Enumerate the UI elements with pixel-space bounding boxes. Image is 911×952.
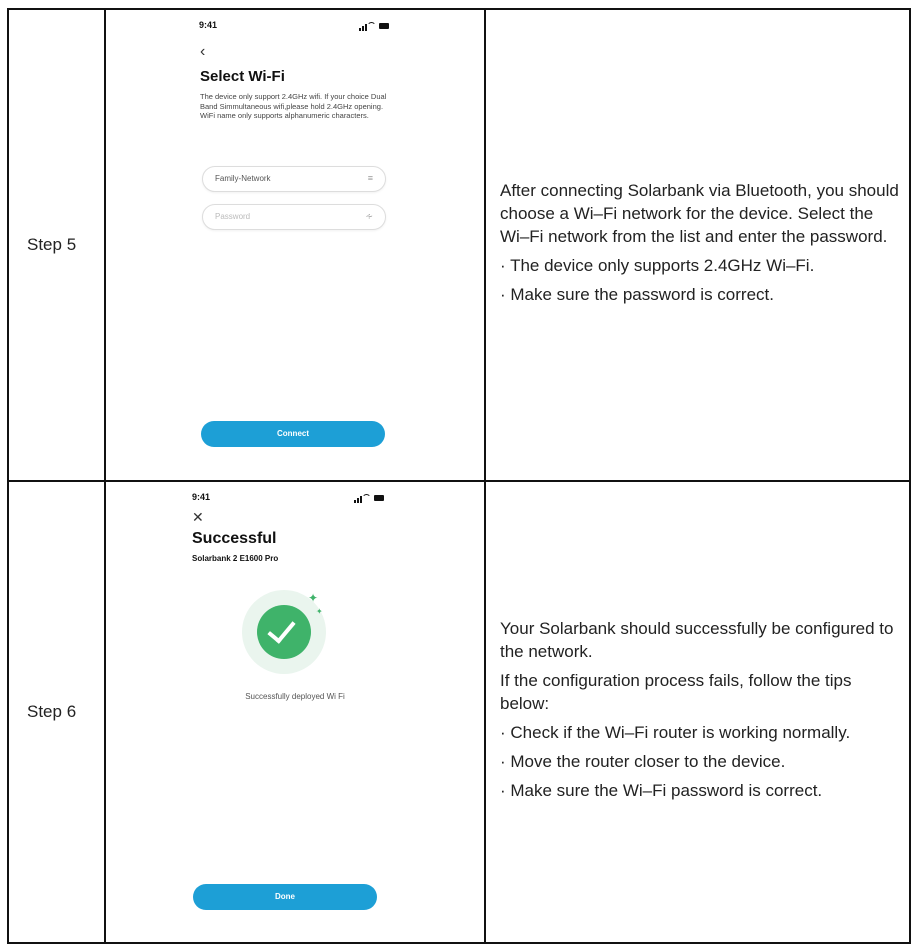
step-label: Step 6 — [27, 702, 77, 721]
steps-table: Step 5 9:41 ‹ Select Wi-Fi The device on… — [7, 8, 911, 944]
description-bullet: · Make sure the Wi–Fi password is correc… — [500, 780, 823, 800]
password-placeholder: Password — [215, 212, 251, 221]
step-label-cell: Step 6 — [7, 480, 106, 944]
success-circle — [257, 605, 311, 659]
wifi-icon — [367, 22, 376, 31]
status-bar: 9:41 — [199, 20, 389, 34]
check-icon — [267, 614, 296, 644]
password-field[interactable]: Password ∻ — [202, 204, 386, 230]
description-paragraph: If the configuration process fails, foll… — [500, 670, 852, 713]
step-row-6: Step 6 9:41 ✕ Successful Solarbank 2 E16… — [7, 480, 911, 944]
battery-icon — [379, 23, 389, 29]
status-bar: 9:41 — [192, 492, 384, 506]
wifi-icon — [362, 494, 371, 503]
description-cell: After connecting Solarbank via Bluetooth… — [484, 8, 911, 482]
status-icons — [359, 22, 389, 31]
success-status-text: Successfully deployed Wi Fi — [245, 692, 345, 701]
eye-icon[interactable]: ∻ — [365, 211, 373, 222]
description-paragraph: Your Solarbank should successfully be co… — [500, 618, 894, 661]
chevron-left-icon[interactable]: ‹ — [200, 44, 205, 60]
connect-button[interactable]: Connect — [201, 421, 385, 447]
list-icon[interactable]: ≡ — [368, 173, 373, 183]
status-time: 9:41 — [192, 492, 211, 502]
step5-description: After connecting Solarbank via Bluetooth… — [486, 179, 909, 306]
screenshot-cell: 9:41 ✕ Successful Solarbank 2 E1600 Pro — [104, 480, 486, 944]
status-icons — [354, 494, 384, 503]
phone-screen-successful: 9:41 ✕ Successful Solarbank 2 E1600 Pro — [106, 482, 484, 942]
description-bullet: · Check if the Wi–Fi router is working n… — [500, 722, 851, 742]
step-label-cell: Step 5 — [7, 8, 106, 482]
status-time: 9:41 — [199, 20, 218, 30]
battery-icon — [374, 495, 384, 501]
step-label: Step 5 — [27, 235, 77, 254]
success-badge: ✦ ✦ — [242, 590, 326, 674]
sparkle-icon: ✦ — [316, 607, 323, 616]
description-bullet: · The device only supports 2.4GHz Wi–Fi. — [500, 255, 815, 275]
screen-title: Successful — [192, 530, 277, 547]
description-bullet: · Move the router closer to the device. — [500, 751, 786, 771]
screen-title: Select Wi-Fi — [200, 68, 285, 85]
wifi-network-field[interactable]: Family-Network ≡ — [202, 166, 386, 192]
step-row-5: Step 5 9:41 ‹ Select Wi-Fi The device on… — [7, 8, 911, 482]
description-cell: Your Solarbank should successfully be co… — [484, 480, 911, 944]
wifi-instructions: The device only support 2.4GHz wifi. If … — [200, 92, 387, 120]
wifi-network-value: Family-Network — [215, 174, 271, 183]
device-name: Solarbank 2 E1600 Pro — [192, 554, 279, 563]
sparkle-icon: ✦ — [308, 591, 319, 605]
screenshot-cell: 9:41 ‹ Select Wi-Fi The device only supp… — [104, 8, 486, 482]
done-button[interactable]: Done — [193, 884, 377, 910]
description-paragraph: After connecting Solarbank via Bluetooth… — [500, 180, 899, 246]
close-icon[interactable]: ✕ — [192, 510, 204, 524]
description-bullet: · Make sure the password is correct. — [500, 284, 774, 304]
phone-screen-select-wifi: 9:41 ‹ Select Wi-Fi The device only supp… — [106, 10, 484, 480]
step6-description: Your Solarbank should successfully be co… — [486, 617, 909, 802]
